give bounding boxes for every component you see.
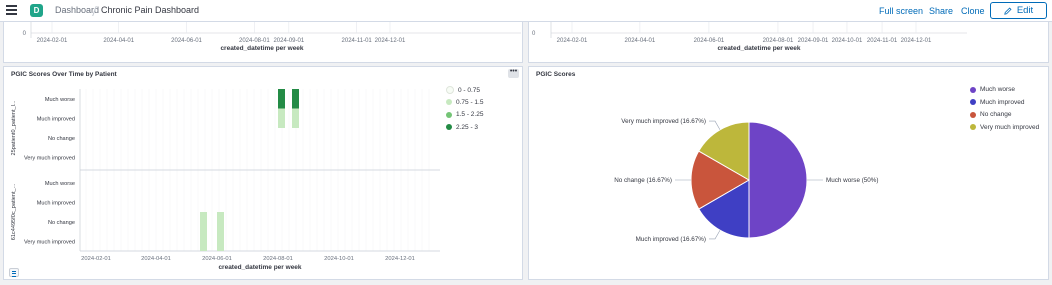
- x-axis-label: created_datetime per week: [717, 45, 800, 52]
- x-tick-label: 2024-04-01: [625, 38, 656, 44]
- clone-button[interactable]: Clone: [961, 6, 985, 16]
- pie-panel: PGIC Scores Much worse (50%) Much improve…: [528, 66, 1049, 280]
- pie-slice-label: Much improved (16.67%): [636, 236, 706, 243]
- x-tick-label: 2024-10-01: [832, 38, 863, 44]
- legend-label: 1.5 - 2.25: [456, 111, 484, 118]
- edit-button[interactable]: Edit: [990, 2, 1047, 19]
- legend-swatch: [446, 99, 452, 105]
- legend-label: 0.75 - 1.5: [456, 98, 484, 106]
- x-tick-label: 2024-08-01: [263, 256, 293, 262]
- x-tick-label: 2024-02-01: [37, 38, 68, 44]
- space-avatar[interactable]: D: [30, 4, 43, 17]
- pie-slice-label: No change (16.67%): [614, 177, 672, 184]
- x-tick-label: 2024-04-01: [141, 256, 171, 262]
- legend-item[interactable]: 2.25 - 3: [446, 124, 478, 131]
- pie-slice-label: Much worse (50%): [826, 177, 879, 184]
- x-tick-label: 2024-02-01: [557, 38, 588, 44]
- top-left-panel: 0 2024-02-01 2024-04-01 2024-06-01 2024-08-…: [3, 22, 523, 63]
- row-group-label: 61c4495f0c_patient_...: [11, 183, 17, 240]
- x-tick-label: 2024-06-01: [202, 256, 232, 262]
- legend-item[interactable]: Very much improved: [970, 124, 1039, 131]
- heatmap-cell[interactable]: [217, 231, 224, 252]
- legend-swatch: [970, 99, 976, 105]
- legend-toggle-button[interactable]: [9, 268, 19, 277]
- x-tick-label: 2024-09-01: [273, 38, 304, 44]
- pie-slice-label: Very much improved (16.67%): [621, 118, 706, 125]
- heatmap-cell[interactable]: [217, 212, 224, 232]
- row-category-label: No change: [48, 220, 75, 226]
- row-category-label: Much worse: [45, 97, 75, 103]
- heatmap-cell[interactable]: [278, 108, 285, 129]
- x-tick-label: 2024-12-01: [375, 38, 406, 44]
- legend-label: 0 - 0.75: [458, 86, 481, 94]
- x-tick-label: 2024-10-01: [324, 256, 354, 262]
- legend-item[interactable]: Much improved: [970, 99, 1024, 106]
- row-category-label: Much improved: [37, 200, 75, 206]
- legend-item[interactable]: 0.75 - 1.5: [446, 99, 483, 106]
- legend-swatch: [970, 86, 976, 93]
- legend-item[interactable]: 0 - 0.75: [446, 86, 480, 94]
- legend-label: 2.25 - 3: [456, 123, 479, 131]
- top-nav-bar: D Dashboard Chronic Pain Dashboard Full …: [0, 0, 1052, 22]
- y-tick: 0: [532, 31, 536, 37]
- x-tick-label: 2024-11-01: [342, 38, 373, 44]
- legend-label: No change: [980, 111, 1012, 118]
- x-tick-label: 2024-06-01: [694, 38, 725, 44]
- row-category-label: No change: [48, 136, 75, 142]
- x-tick-label: 2024-06-01: [171, 38, 202, 44]
- x-tick-label: 2024-09-01: [798, 38, 829, 44]
- row-category-label: Very much improved: [24, 155, 75, 161]
- legend-item[interactable]: Much worse: [970, 86, 1015, 93]
- y-tick: 0: [23, 31, 27, 37]
- legend-swatch: [446, 111, 452, 118]
- share-button[interactable]: Share: [929, 6, 953, 16]
- x-tick-label: 2024-08-01: [239, 38, 270, 44]
- heatmap-cell[interactable]: [292, 108, 299, 129]
- heatmap-cell[interactable]: [292, 89, 299, 109]
- x-axis-label: created_datetime per week: [218, 264, 301, 271]
- legend-item[interactable]: 1.5 - 2.25: [446, 111, 483, 118]
- edit-button-label: Edit: [1016, 5, 1034, 16]
- pencil-icon: [1004, 6, 1012, 15]
- pie-slice[interactable]: [748, 121, 808, 239]
- legend-swatch: [446, 86, 454, 94]
- row-group-label: 25patient0_patient_l...: [11, 100, 17, 155]
- page-title: Chronic Pain Dashboard: [101, 5, 200, 15]
- heatmap-cell[interactable]: [200, 231, 207, 252]
- legend-label: Much improved: [980, 98, 1025, 106]
- heatmap-cell[interactable]: [200, 212, 207, 232]
- top-right-chart: 0 2024-02-01 2024-04-01 2024-06-01 2024-08-…: [532, 22, 967, 52]
- heatmap-cell[interactable]: [278, 89, 285, 109]
- x-tick-label: 2024-11-01: [867, 38, 898, 44]
- row-category-label: Much improved: [37, 116, 75, 122]
- x-tick-label: 2024-04-01: [103, 38, 134, 44]
- x-axis-label: created_datetime per week: [220, 45, 303, 52]
- legend-swatch: [970, 111, 976, 118]
- row-category-label: Much worse: [45, 181, 75, 187]
- row-category-label: Very much improved: [24, 239, 75, 245]
- legend-swatch: [970, 124, 976, 130]
- top-right-panel: 0 2024-02-01 2024-04-01 2024-06-01 2024-08-…: [528, 22, 1049, 63]
- legend-item[interactable]: No change: [970, 111, 1011, 118]
- full-screen-button[interactable]: Full screen: [879, 6, 923, 16]
- legend-swatch: [446, 124, 452, 130]
- legend-label: Very much improved: [980, 123, 1040, 131]
- pie-label-leader: [709, 230, 721, 240]
- x-tick-label: 2024-12-01: [385, 256, 415, 262]
- x-tick-label: 2024-08-01: [763, 38, 794, 44]
- x-tick-label: 2024-02-01: [81, 256, 111, 262]
- legend-label: Much worse: [980, 86, 1016, 93]
- top-left-chart: 0 2024-02-01 2024-04-01 2024-06-01 2024-08-…: [23, 22, 521, 52]
- heatmap-panel: PGIC Scores Over Time by Patient ••• Muc…: [3, 66, 523, 280]
- pie-label-leader: [708, 120, 721, 130]
- x-tick-label: 2024-12-01: [901, 38, 932, 44]
- hamburger-menu-icon[interactable]: [6, 5, 18, 17]
